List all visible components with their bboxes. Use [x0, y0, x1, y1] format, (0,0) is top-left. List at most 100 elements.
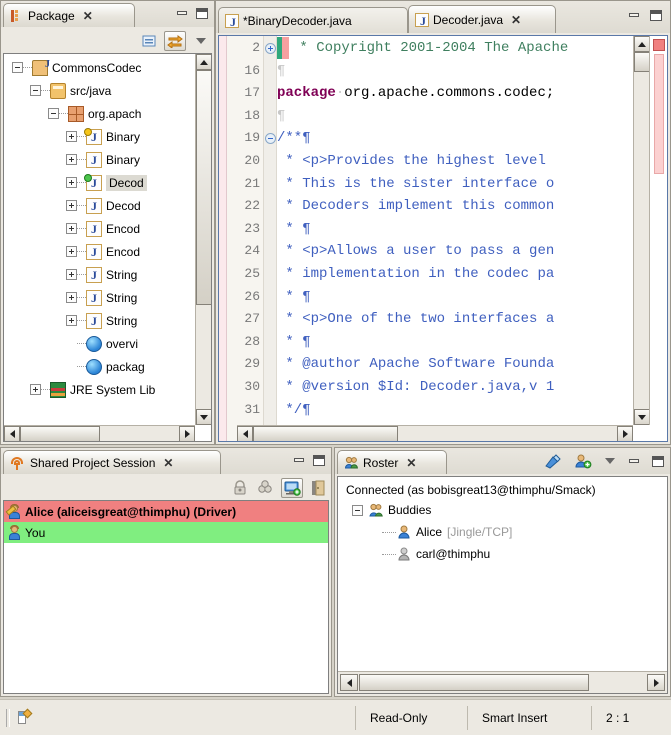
expander-icon[interactable] [66, 292, 77, 303]
follow-mode-icon[interactable] [229, 478, 251, 498]
tree-item[interactable]: String [4, 286, 195, 309]
minimize-icon[interactable] [174, 5, 190, 21]
expander-icon[interactable] [66, 177, 77, 188]
expander-icon[interactable] [66, 246, 77, 257]
vscroll-thumb[interactable] [634, 52, 650, 72]
tab-binarydecoder-java[interactable]: *BinaryDecoder.java [218, 7, 408, 33]
share-project-icon[interactable] [255, 478, 277, 498]
saros-session-icon [10, 455, 26, 471]
fold-collapse-icon[interactable] [264, 133, 276, 145]
tree-item[interactable]: String [4, 309, 195, 332]
minimize-icon[interactable] [626, 453, 642, 469]
project-tree[interactable]: CommonsCodec src/java org.apach Binary [4, 54, 195, 425]
maximize-icon[interactable] [194, 5, 210, 21]
tab-shared-project-session[interactable]: Shared Project Session ✕ [3, 450, 221, 474]
tree-item[interactable]: packag [4, 355, 195, 378]
expander-icon[interactable] [66, 223, 77, 234]
collapse-all-icon[interactable] [138, 31, 160, 51]
eclipse-workbench: Package ✕ J CommonsCodec src/java org.ap… [0, 0, 671, 735]
minimize-icon[interactable] [626, 7, 642, 23]
java-file-icon [86, 243, 102, 260]
tree-item[interactable]: CommonsCodec [4, 56, 195, 79]
package-explorer-vscrollbar[interactable] [195, 54, 211, 425]
minimize-icon[interactable] [291, 452, 307, 468]
package-icon [68, 105, 84, 122]
hscroll-thumb[interactable] [359, 674, 589, 691]
vscroll-thumb[interactable] [196, 70, 211, 305]
leave-session-icon[interactable] [307, 478, 329, 498]
folding-ruler[interactable] [263, 36, 277, 441]
tree-item[interactable]: Encod [4, 240, 195, 263]
expander-icon[interactable] [352, 504, 363, 516]
close-icon[interactable]: ✕ [511, 13, 521, 27]
tree-item[interactable]: overvi [4, 332, 195, 355]
tree-item-suffix: [Jingle/TCP] [447, 525, 513, 539]
close-icon[interactable]: ✕ [83, 9, 93, 23]
scroll-left-button[interactable] [340, 674, 358, 691]
tree-item[interactable]: carl@thimphu [338, 543, 667, 565]
scroll-right-button[interactable] [617, 426, 633, 441]
maximize-icon[interactable] [648, 7, 664, 23]
expander-icon[interactable] [66, 315, 77, 326]
expander-icon[interactable] [30, 85, 41, 96]
expander-icon[interactable] [66, 154, 77, 165]
expander-icon[interactable] [66, 269, 77, 280]
scroll-right-button[interactable] [647, 674, 665, 691]
tree-item[interactable]: Buddies [338, 499, 667, 521]
expander-icon[interactable] [12, 62, 23, 73]
close-icon[interactable]: ✕ [163, 456, 173, 470]
view-menu-icon[interactable] [190, 31, 212, 51]
hscroll-thumb[interactable] [253, 426, 398, 441]
list-item[interactable]: You [4, 522, 328, 543]
hscroll-thumb[interactable] [20, 426, 100, 441]
tree-item[interactable]: src/java [4, 79, 195, 102]
maximize-icon[interactable] [311, 452, 327, 468]
connect-icon[interactable] [542, 451, 564, 471]
tree-item[interactable]: Decod [4, 194, 195, 217]
code-line: * ¶ [277, 333, 311, 350]
scroll-right-button[interactable] [179, 426, 195, 441]
java-editor-status-icon [16, 708, 33, 726]
view-menu-icon[interactable] [602, 453, 618, 469]
java-editor[interactable]: 2 16 17 18 19 20 21 22 23 24 25 26 27 28… [219, 36, 667, 441]
tree-item[interactable]: Decod [4, 171, 195, 194]
expander-icon[interactable] [48, 108, 59, 119]
code-area[interactable]: * Copyright 2001-2004 The Apache ¶ packa… [277, 36, 667, 441]
scroll-up-button[interactable] [634, 36, 650, 52]
tab-roster[interactable]: Roster ✕ [337, 450, 447, 474]
tab-decoder-java[interactable]: Decoder.java ✕ [408, 5, 556, 33]
link-with-editor-icon[interactable] [164, 31, 186, 51]
roster-content[interactable]: Connected (as bobisgreat13@thimphu/Smack… [338, 477, 667, 669]
error-marker[interactable] [653, 39, 665, 51]
expander-icon[interactable] [30, 384, 41, 395]
open-invitation-icon[interactable] [281, 478, 303, 498]
close-icon[interactable]: ✕ [406, 456, 416, 470]
tree-item[interactable]: JRE System Lib [4, 378, 195, 401]
add-contact-icon[interactable] [572, 451, 594, 471]
annotation-ruler[interactable] [219, 36, 227, 441]
fold-expand-icon[interactable] [264, 42, 276, 54]
tree-item[interactable]: String [4, 263, 195, 286]
tree-item[interactable]: Encod [4, 217, 195, 240]
tree-item[interactable]: Binary [4, 125, 195, 148]
scroll-left-button[interactable] [4, 426, 20, 441]
tree-item[interactable]: org.apach [4, 102, 195, 125]
scroll-left-button[interactable] [237, 426, 253, 441]
list-item[interactable]: Alice (aliceisgreat@thimphu) (Driver) [4, 501, 328, 522]
overview-ruler[interactable] [649, 36, 667, 425]
scroll-down-button[interactable] [196, 409, 211, 425]
participant-list[interactable]: Alice (aliceisgreat@thimphu) (Driver) Yo… [4, 501, 328, 693]
editor-hscrollbar[interactable] [237, 425, 633, 441]
tree-item[interactable]: Binary [4, 148, 195, 171]
scroll-up-button[interactable] [196, 54, 211, 70]
expander-icon[interactable] [66, 131, 77, 142]
roster-hscrollbar[interactable] [338, 671, 667, 693]
editor-vscrollbar[interactable] [633, 36, 650, 425]
html-file-icon [86, 358, 102, 375]
tab-package-explorer[interactable]: Package ✕ [3, 3, 135, 27]
expander-icon[interactable] [66, 200, 77, 211]
package-explorer-hscrollbar[interactable] [4, 425, 195, 441]
scroll-down-button[interactable] [634, 409, 650, 425]
maximize-icon[interactable] [650, 453, 666, 469]
tree-item[interactable]: Alice [Jingle/TCP] [338, 521, 667, 543]
